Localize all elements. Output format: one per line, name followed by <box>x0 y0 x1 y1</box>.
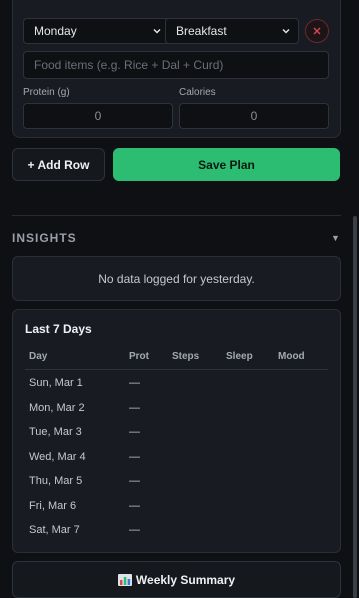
day-select[interactable]: Monday <box>23 18 170 44</box>
column-header-prot: Prot <box>129 351 149 362</box>
table-row: Mon, Mar 2 — <box>13 402 340 422</box>
yesterday-status-card: No data logged for yesterday. <box>12 256 341 301</box>
food-items-input[interactable]: Food items (e.g. Rice + Dal + Curd) <box>23 51 329 79</box>
food-items-placeholder: Food items (e.g. Rice + Dal + Curd) <box>34 58 224 72</box>
chevron-down-icon <box>282 29 290 34</box>
last-7-days-title: Last 7 Days <box>25 322 92 336</box>
close-icon <box>313 27 321 35</box>
weekly-summary-label: Weekly Summary <box>135 572 236 587</box>
cell-day: Thu, Mar 5 <box>29 475 83 487</box>
cell-prot: — <box>129 402 140 414</box>
chevron-down-icon <box>153 29 161 34</box>
table-row: Thu, Mar 5 — <box>13 475 340 495</box>
column-header-day: Day <box>29 351 48 362</box>
cell-day: Tue, Mar 3 <box>29 426 82 438</box>
cell-day: Mon, Mar 2 <box>29 402 85 414</box>
column-header-mood: Mood <box>278 351 305 362</box>
cell-day: Wed, Mar 4 <box>29 451 86 463</box>
app-page: Monday Breakfast Food items (e.g. Rice +… <box>0 0 359 598</box>
table-row: Sun, Mar 1 — <box>13 377 340 397</box>
scrollbar[interactable] <box>353 216 357 598</box>
cell-day: Fri, Mar 6 <box>29 500 77 512</box>
day-select-value: Monday <box>34 24 77 38</box>
cell-prot: — <box>129 451 140 463</box>
protein-label: Protein (g) <box>23 87 70 98</box>
last-7-days-card: Last 7 Days Day Prot Steps Sleep Mood Su… <box>12 309 341 553</box>
add-row-button[interactable]: + Add Row <box>12 148 105 181</box>
cell-prot: — <box>129 524 140 536</box>
meal-select[interactable]: Breakfast <box>165 18 299 44</box>
table-header-divider <box>25 369 328 370</box>
table-row: Tue, Mar 3 — <box>13 426 340 446</box>
insights-heading: INSIGHTS <box>12 231 77 245</box>
protein-input[interactable]: 0 <box>23 103 173 129</box>
column-header-sleep: Sleep <box>226 351 253 362</box>
table-row: Fri, Mar 6 — <box>13 500 340 520</box>
table-row: Wed, Mar 4 — <box>13 451 340 471</box>
column-header-steps: Steps <box>172 351 200 362</box>
section-divider <box>12 215 341 216</box>
meal-select-value: Breakfast <box>176 24 227 38</box>
yesterday-status-text: No data logged for yesterday. <box>98 271 255 286</box>
weekly-summary-button[interactable]: Weekly Summary <box>12 561 341 598</box>
cell-prot: — <box>129 377 140 389</box>
save-plan-button[interactable]: Save Plan <box>113 148 340 181</box>
table-row: Sat, Mar 7 — <box>13 524 340 544</box>
meal-plan-card: Monday Breakfast Food items (e.g. Rice +… <box>12 0 341 138</box>
remove-row-button[interactable] <box>305 19 329 43</box>
cell-day: Sun, Mar 1 <box>29 377 83 389</box>
insights-collapse-toggle[interactable]: ▼ <box>331 233 340 243</box>
cell-day: Sat, Mar 7 <box>29 524 80 536</box>
cell-prot: — <box>129 475 140 487</box>
cell-prot: — <box>129 500 140 512</box>
cell-prot: — <box>129 426 140 438</box>
calories-label: Calories <box>179 87 216 98</box>
calories-input[interactable]: 0 <box>179 103 329 129</box>
bar-chart-icon <box>117 573 132 586</box>
